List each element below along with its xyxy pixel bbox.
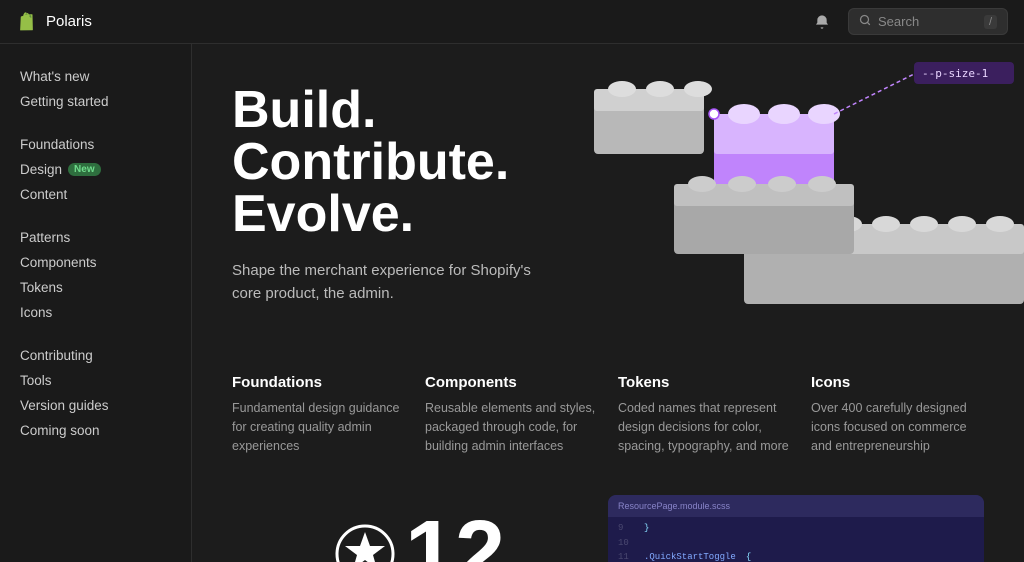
sidebar-item-icons[interactable]: Icons xyxy=(0,300,191,325)
big-number-display: 12 xyxy=(335,502,505,562)
polaris-star-icon xyxy=(335,524,395,562)
card-title: Components xyxy=(425,374,598,391)
bottom-preview: 12 ResourcePage.module.scss 9} 10 11.Qui… xyxy=(192,475,1024,562)
shopify-logo-icon xyxy=(16,11,38,33)
topbar: Polaris Search / xyxy=(0,0,1024,44)
main-content: Build. Contribute. Evolve. Shape the mer… xyxy=(192,44,1024,562)
sidebar-item-components[interactable]: Components xyxy=(0,250,191,275)
card-title: Tokens xyxy=(618,374,791,391)
hero-line3: Evolve. xyxy=(232,188,531,240)
sidebar-section-4: Contributing Tools Version guides Coming… xyxy=(0,343,191,443)
card-components[interactable]: Components Reusable elements and styles,… xyxy=(425,374,598,455)
svg-text:--p-size-1: --p-size-1 xyxy=(922,67,988,80)
card-desc: Fundamental design guidance for creating… xyxy=(232,399,405,455)
search-icon xyxy=(859,14,871,29)
hero-section: Build. Contribute. Evolve. Shape the mer… xyxy=(192,44,1024,354)
hero-subtitle: Shape the merchant experience for Shopif… xyxy=(232,260,531,305)
sidebar-item-version-guides[interactable]: Version guides xyxy=(0,393,191,418)
card-title: Foundations xyxy=(232,374,405,391)
sidebar-item-tools[interactable]: Tools xyxy=(0,368,191,393)
preview-icon-section: 12 xyxy=(232,495,608,562)
sidebar-item-whats-new[interactable]: What's new xyxy=(0,64,191,89)
sidebar-section-3: Patterns Components Tokens Icons xyxy=(0,225,191,325)
search-bar[interactable]: Search / xyxy=(848,8,1008,35)
sidebar: What's new Getting started Foundations D… xyxy=(0,44,192,562)
hero-text: Build. Contribute. Evolve. Shape the mer… xyxy=(232,84,531,305)
card-tokens[interactable]: Tokens Coded names that represent design… xyxy=(618,374,791,455)
notification-bell[interactable] xyxy=(808,8,836,36)
hero-line1: Build. xyxy=(232,84,531,136)
sidebar-item-content[interactable]: Content xyxy=(0,182,191,207)
hero-title: Build. Contribute. Evolve. xyxy=(232,84,531,240)
card-desc: Coded names that represent design decisi… xyxy=(618,399,791,455)
card-desc: Over 400 carefully designed icons focuse… xyxy=(811,399,984,455)
bell-icon xyxy=(814,14,830,30)
logo-text: Polaris xyxy=(46,13,92,30)
card-icons[interactable]: Icons Over 400 carefully designed icons … xyxy=(811,374,984,455)
card-foundations[interactable]: Foundations Fundamental design guidance … xyxy=(232,374,405,455)
sidebar-item-contributing[interactable]: Contributing xyxy=(0,343,191,368)
card-desc: Reusable elements and styles, packaged t… xyxy=(425,399,598,455)
sidebar-item-design[interactable]: Design New xyxy=(0,157,191,182)
logo[interactable]: Polaris xyxy=(16,11,92,33)
sidebar-section-1: What's new Getting started xyxy=(0,64,191,114)
sidebar-section-2: Foundations Design New Content xyxy=(0,132,191,207)
new-badge: New xyxy=(68,163,101,176)
code-content: 9} 10 11.QuickStartToggle { 12 font-size… xyxy=(608,517,984,562)
cards-section: Foundations Fundamental design guidance … xyxy=(192,354,1024,475)
layout: What's new Getting started Foundations D… xyxy=(0,44,1024,562)
hero-line2: Contribute. xyxy=(232,136,531,188)
sidebar-item-foundations[interactable]: Foundations xyxy=(0,132,191,157)
code-tab-label: ResourcePage.module.scss xyxy=(618,501,730,511)
search-shortcut: / xyxy=(984,15,997,29)
code-preview: ResourcePage.module.scss 9} 10 11.QuickS… xyxy=(608,495,984,562)
sidebar-item-patterns[interactable]: Patterns xyxy=(0,225,191,250)
hero-illustration: --p-size-1 xyxy=(504,44,1024,354)
code-window-bar: ResourcePage.module.scss xyxy=(608,495,984,517)
sidebar-item-tokens[interactable]: Tokens xyxy=(0,275,191,300)
sidebar-item-getting-started[interactable]: Getting started xyxy=(0,89,191,114)
search-label: Search xyxy=(878,14,977,29)
sidebar-item-coming-soon[interactable]: Coming soon xyxy=(0,418,191,443)
lego-illustration-svg: --p-size-1 xyxy=(504,44,1024,354)
card-title: Icons xyxy=(811,374,984,391)
